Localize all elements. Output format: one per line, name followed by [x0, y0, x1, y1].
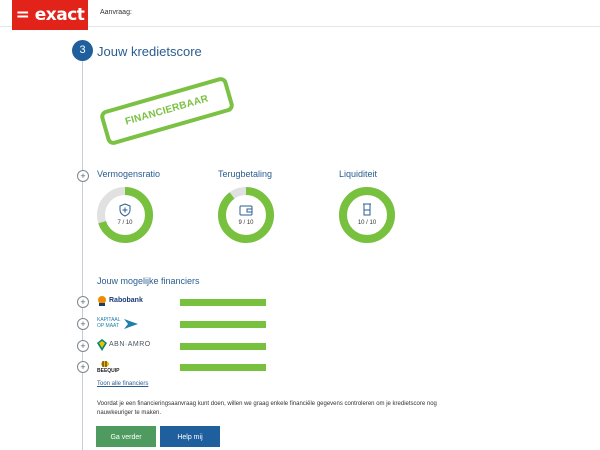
beaker-icon — [363, 203, 371, 216]
metric-label-vermogensratio: Vermogensratio — [97, 169, 161, 179]
financier-row-beequip: BEEQUIP — [96, 360, 271, 374]
gauge-terugbetaling: 9 / 10 — [218, 187, 274, 243]
rabobank-logo: Rabobank — [96, 295, 152, 309]
expand-metrics-icon[interactable]: + — [77, 170, 89, 182]
financier-score-bar — [180, 343, 266, 350]
rabobank-emblem-icon — [98, 296, 106, 306]
expand-financier-abn-amro-icon[interactable]: + — [77, 340, 89, 352]
metric-label-terugbetaling: Terugbetaling — [218, 169, 273, 179]
kapitaal-op-maat-name: KAPITAAL OP MAAT — [97, 317, 121, 329]
expand-financier-beequip-icon[interactable]: + — [77, 361, 89, 373]
arrow-icon — [124, 319, 138, 329]
beequip-name: BEEQUIP — [97, 368, 120, 374]
aanvraag-label: Aanvraag: — [100, 9, 132, 16]
financier-row-abn-amro: ABN·AMRO — [96, 339, 271, 353]
expand-financier-rabobank-icon[interactable]: + — [77, 296, 89, 308]
shield-plus-icon — [119, 203, 131, 217]
financiers-title: Jouw mogelijke financiers — [97, 276, 200, 286]
financier-score-bar — [180, 364, 266, 371]
score-terugbetaling: 9 / 10 — [238, 220, 254, 226]
bee-icon — [101, 361, 109, 367]
beequip-logo: BEEQUIP — [96, 360, 152, 374]
timeline-rail — [82, 40, 83, 450]
help-button[interactable]: Help mij — [160, 426, 220, 447]
gauge-vermogensratio: 7 / 10 — [97, 187, 153, 243]
page-title: Jouw kredietscore — [97, 44, 202, 59]
financier-row-kapitaal-op-maat: KAPITAAL OP MAAT — [96, 317, 271, 331]
abn-amro-logo: ABN·AMRO — [96, 339, 152, 353]
continue-button[interactable]: Ga verder — [96, 426, 156, 447]
metric-label-liquiditeit: Liquiditeit — [339, 169, 378, 179]
expand-financier-kapitaal-icon[interactable]: + — [77, 318, 89, 330]
gauge-liquiditeit: 10 / 10 — [339, 187, 395, 243]
abn-amro-shield-icon — [97, 339, 107, 351]
exact-logo[interactable]: = exact — [12, 0, 88, 30]
rabobank-name: Rabobank — [109, 297, 143, 304]
wallet-icon — [239, 205, 253, 216]
abn-amro-name: ABN·AMRO — [109, 341, 151, 348]
score-liquiditeit: 10 / 10 — [357, 220, 377, 226]
financier-row-rabobank: Rabobank — [96, 295, 271, 309]
show-all-financiers-link[interactable]: Toon alle financiers — [97, 381, 148, 387]
financierbaar-stamp: FINANCIERBAAR — [98, 75, 236, 147]
info-text: Voordat je een financieringsaanvraag kun… — [97, 401, 437, 416]
step-number-badge: 3 — [72, 40, 93, 61]
kapitaal-op-maat-logo: KAPITAAL OP MAAT — [96, 317, 152, 331]
score-vermogensratio: 7 / 10 — [117, 220, 133, 226]
financier-score-bar — [180, 299, 266, 306]
top-bar: = exact Aanvraag: — [0, 0, 600, 30]
financier-score-bar — [180, 321, 266, 328]
